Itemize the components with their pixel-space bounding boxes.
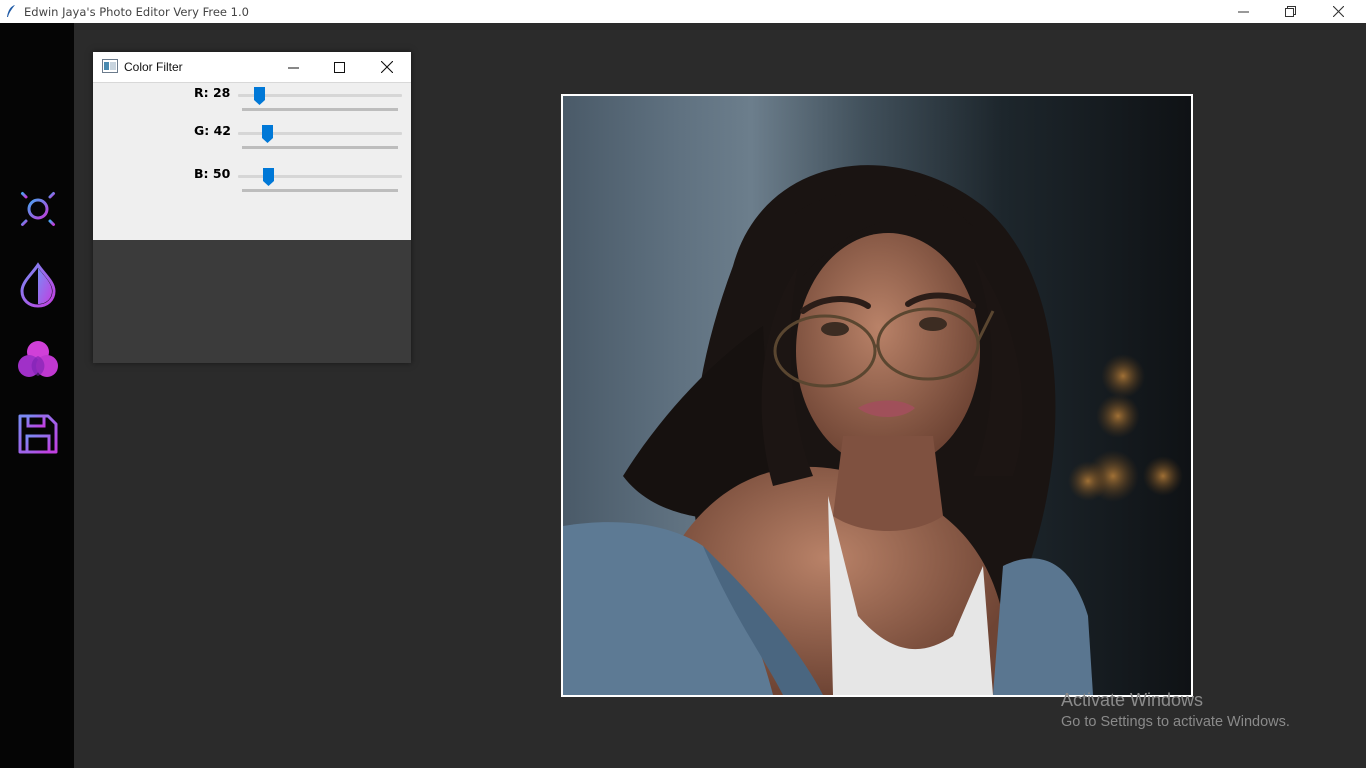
close-icon (381, 61, 393, 73)
green-slider-label: G: 42 (194, 123, 232, 138)
edited-photo (563, 96, 1191, 695)
app-title: Edwin Jaya's Photo Editor Very Free 1.0 (24, 5, 249, 19)
color-filter-button[interactable] (14, 335, 62, 383)
filter-controls: R: 28 G: 42 B: 50 (93, 83, 411, 240)
red-slider-thumb[interactable] (254, 87, 265, 105)
drop-icon (20, 262, 56, 308)
app-title-bar: Edwin Jaya's Photo Editor Very Free 1.0 (0, 0, 1366, 23)
photo-canvas[interactable] (561, 94, 1193, 697)
filter-window-title-bar[interactable]: Color Filter (93, 52, 411, 83)
save-icon (18, 414, 58, 454)
maximize-icon (333, 61, 345, 73)
tool-sidebar (0, 23, 74, 768)
filter-minimize-button[interactable] (270, 52, 316, 82)
color-filter-window: Color Filter R: 28 G: 42 B: 50 (93, 52, 411, 363)
blue-slider-trough (242, 189, 398, 192)
minimize-icon (287, 67, 299, 68)
window-app-icon (102, 59, 118, 73)
contrast-button[interactable] (14, 260, 62, 308)
filter-window-title: Color Filter (124, 60, 183, 74)
minimize-icon (1237, 11, 1249, 13)
filter-maximize-button[interactable] (316, 52, 362, 82)
close-icon (1332, 6, 1344, 17)
portrait-image (563, 165, 1183, 695)
close-button[interactable] (1315, 0, 1361, 23)
sun-icon (14, 185, 62, 233)
minimize-button[interactable] (1220, 0, 1266, 23)
color-circles-icon (18, 341, 58, 377)
red-slider-trough (242, 108, 398, 111)
activation-watermark-subtitle: Go to Settings to activate Windows. (1061, 714, 1290, 730)
blue-slider-label: B: 50 (194, 166, 231, 181)
filter-close-button[interactable] (364, 52, 410, 82)
green-slider-thumb[interactable] (262, 125, 273, 143)
green-slider-trough (242, 146, 398, 149)
red-slider-label: R: 28 (194, 85, 231, 100)
activation-watermark-title: Activate Windows (1061, 690, 1204, 710)
brightness-button[interactable] (14, 185, 62, 233)
restore-icon (1284, 6, 1296, 17)
blue-slider-thumb[interactable] (263, 168, 274, 186)
save-button[interactable] (14, 410, 62, 458)
feather-icon (7, 5, 15, 17)
restore-button[interactable] (1267, 0, 1313, 23)
